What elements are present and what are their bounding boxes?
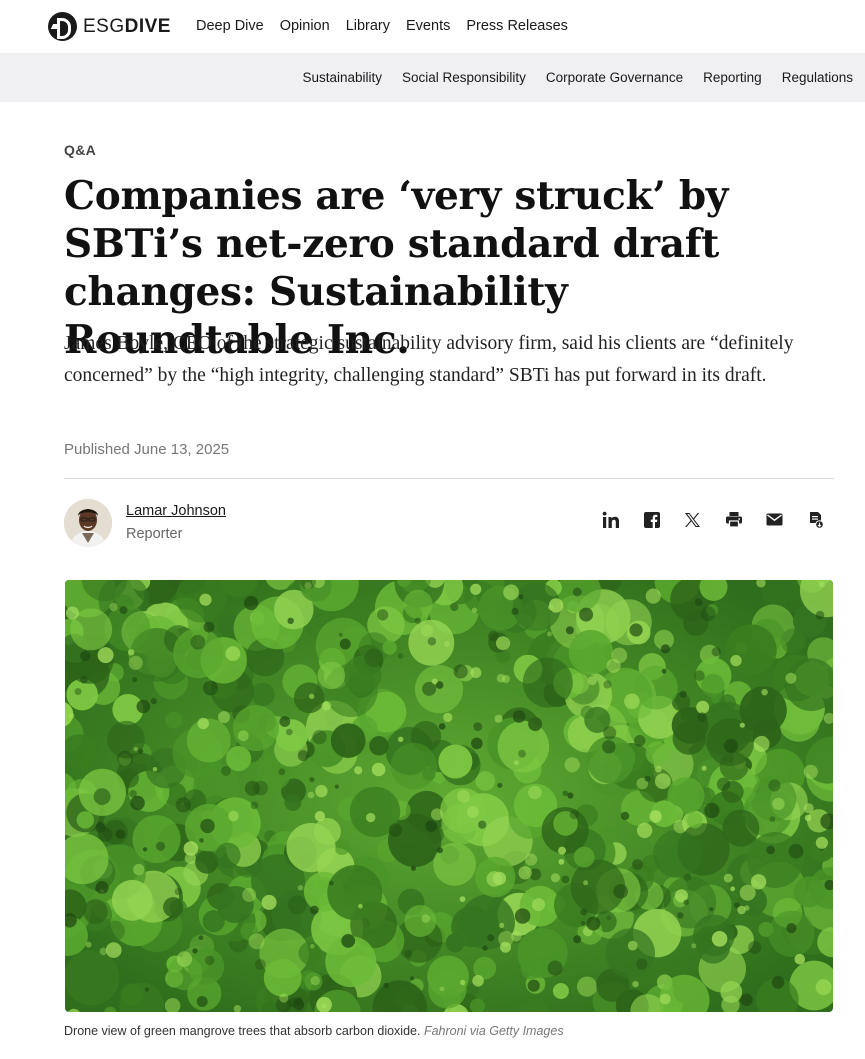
print-icon[interactable] bbox=[723, 509, 744, 530]
topic-regulations[interactable]: Regulations bbox=[782, 70, 853, 85]
author-avatar[interactable] bbox=[64, 499, 112, 547]
site-logo[interactable]: ESGDIVE bbox=[48, 12, 171, 41]
published-date: Published June 13, 2025 bbox=[64, 441, 230, 458]
top-navigation: ESGDIVE Deep Dive Opinion Library Events… bbox=[0, 0, 865, 53]
nav-item-deep-dive[interactable]: Deep Dive bbox=[196, 18, 264, 34]
share-toolbar bbox=[600, 509, 826, 530]
avatar-portrait bbox=[64, 499, 112, 547]
logo-text: ESGDIVE bbox=[83, 15, 171, 37]
caption-credit: Fahroni via Getty Images bbox=[423, 1024, 564, 1038]
nav-item-opinion[interactable]: Opinion bbox=[280, 18, 330, 34]
author-role: Reporter bbox=[126, 526, 183, 542]
article-kicker[interactable]: Q&A bbox=[64, 142, 96, 158]
image-caption: Drone view of green mangrove trees that … bbox=[64, 1024, 564, 1038]
hero-image bbox=[65, 580, 833, 1012]
topic-links: Sustainability Social Responsibility Cor… bbox=[282, 70, 853, 85]
divider bbox=[64, 478, 834, 479]
nav-item-events[interactable]: Events bbox=[406, 18, 450, 34]
topic-corporate-governance[interactable]: Corporate Governance bbox=[546, 70, 683, 85]
email-icon[interactable] bbox=[764, 509, 785, 530]
linkedin-icon[interactable] bbox=[600, 509, 621, 530]
author-name-link[interactable]: Lamar Johnson bbox=[126, 503, 226, 519]
logo-icon bbox=[48, 12, 77, 41]
x-icon[interactable] bbox=[682, 509, 703, 530]
nav-item-press-releases[interactable]: Press Releases bbox=[466, 18, 568, 34]
caption-text: Drone view of green mangrove trees that … bbox=[64, 1024, 421, 1038]
main-nav: Deep Dive Opinion Library Events Press R… bbox=[196, 18, 584, 34]
facebook-icon[interactable] bbox=[641, 509, 662, 530]
topic-reporting[interactable]: Reporting bbox=[703, 70, 762, 85]
save-document-icon[interactable] bbox=[805, 509, 826, 530]
topic-sustainability[interactable]: Sustainability bbox=[302, 70, 382, 85]
nav-item-library[interactable]: Library bbox=[346, 18, 390, 34]
forest-canopy-photo bbox=[65, 580, 833, 1012]
topic-social-responsibility[interactable]: Social Responsibility bbox=[402, 70, 526, 85]
topic-subnav: Sustainability Social Responsibility Cor… bbox=[0, 53, 865, 102]
article-dek: James Boyle, CEO of the strategic sustai… bbox=[64, 333, 794, 386]
